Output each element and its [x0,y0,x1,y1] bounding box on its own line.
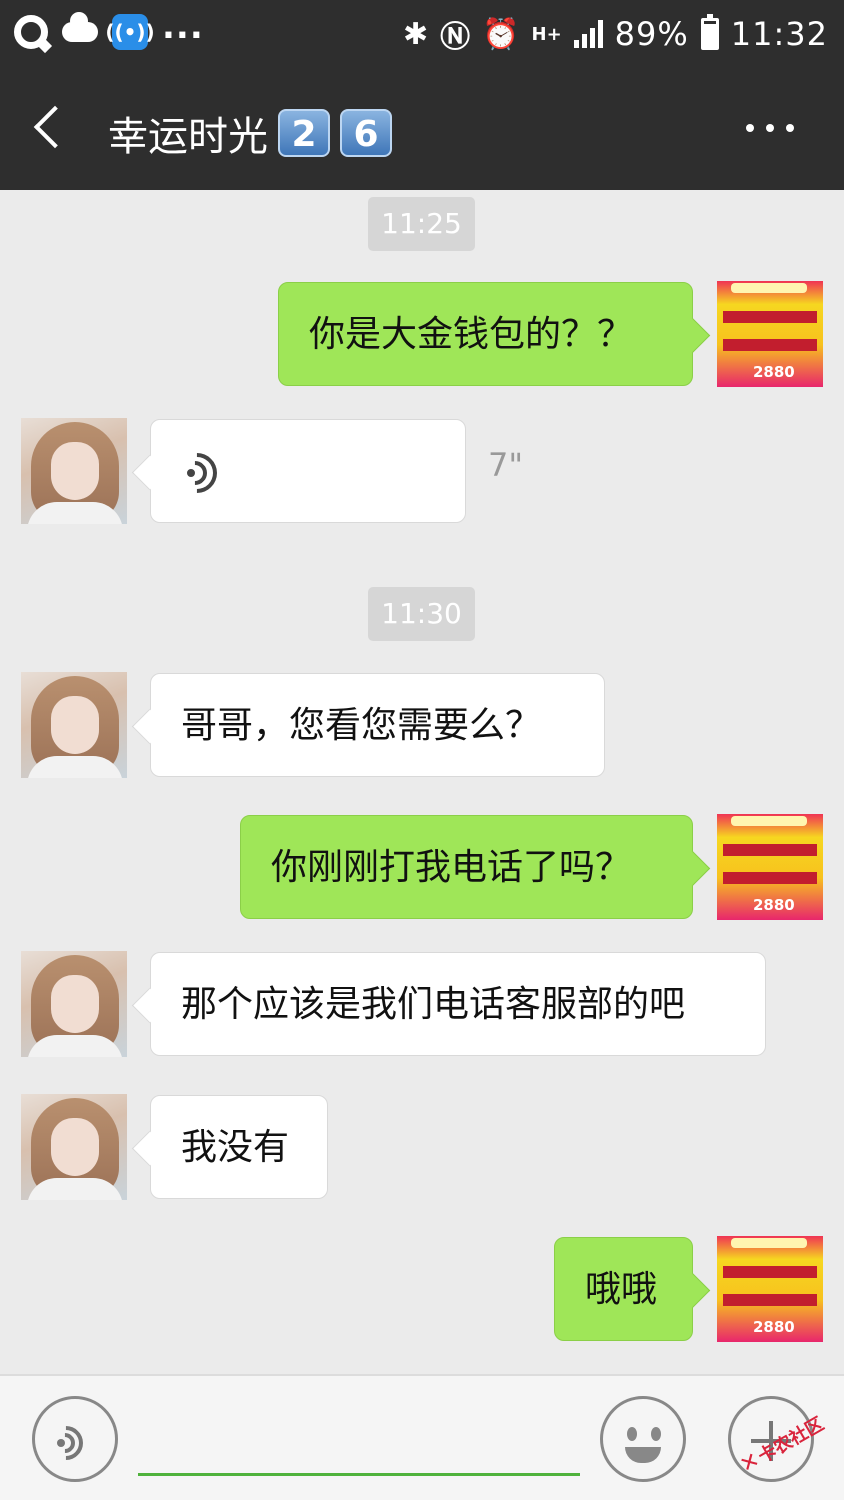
self-avatar[interactable]: 2880 [717,281,823,387]
chat-title-text: 幸运时光 [108,114,268,160]
battery-percent: 89% [614,15,689,53]
wifi-app-icon: ((•)) [105,14,155,50]
keycap-badge-6: 6 [340,109,392,157]
emoji-button[interactable] [600,1396,686,1482]
message-bubble-incoming[interactable]: 哥哥，您看您需要么？ [150,673,605,777]
battery-icon [700,14,719,50]
status-bar: ((•)) ... ✱ Ⓝ ⏰ H+ 89% 11:32 [0,0,844,70]
more-notifications-text: ... [162,7,204,47]
timestamp-chip: 11:25 [368,197,475,251]
keycap-badge-2: 2 [278,109,330,157]
message-bubble-outgoing[interactable]: 你是大金钱包的？？ [278,282,693,386]
contact-avatar[interactable] [21,672,127,778]
contact-avatar[interactable] [21,1094,127,1200]
status-time: 11:32 [730,15,828,53]
cloud-icon [62,12,98,42]
self-avatar[interactable]: 2880 [717,814,823,920]
voice-duration: 7" [488,446,524,484]
message-bubble-outgoing[interactable]: 你刚刚打我电话了吗？ [240,815,693,919]
emoji-icon [627,1427,637,1441]
hplus-icon: H+ [531,23,562,45]
voice-message-bubble[interactable] [150,419,466,523]
chat-title: 幸运时光 2 6 [108,104,392,162]
qq-icon [14,15,48,49]
message-bubble-incoming[interactable]: 我没有 [150,1095,328,1199]
signal-icon [573,20,603,48]
back-arrow-icon[interactable] [33,105,77,149]
nfc-icon: Ⓝ [440,20,471,55]
self-avatar[interactable]: 2880 [717,1236,823,1342]
voice-wave-icon [168,444,226,502]
status-left-icons: ((•)) ... [14,7,204,50]
alarm-icon: ⏰ [482,16,520,52]
input-bar [0,1374,844,1500]
message-input[interactable] [138,1416,580,1476]
battery-fill [703,23,716,47]
avatar-price-text: 2880 [753,1318,795,1336]
message-bubble-incoming[interactable]: 那个应该是我们电话客服部的吧 [150,952,766,1056]
contact-avatar[interactable] [21,418,127,524]
contact-avatar[interactable] [21,951,127,1057]
avatar-price-text: 2880 [753,896,795,914]
chat-header: 幸运时光 2 6 [0,70,844,190]
status-right-icons: ✱ Ⓝ ⏰ H+ 89% 11:32 [403,12,828,56]
timestamp-chip: 11:30 [368,587,475,641]
more-options-icon[interactable] [746,124,794,132]
message-bubble-outgoing[interactable]: 哦哦 [554,1237,693,1341]
avatar-price-text: 2880 [753,363,795,381]
voice-input-button[interactable] [32,1396,118,1482]
bluetooth-icon: ✱ [403,16,429,52]
